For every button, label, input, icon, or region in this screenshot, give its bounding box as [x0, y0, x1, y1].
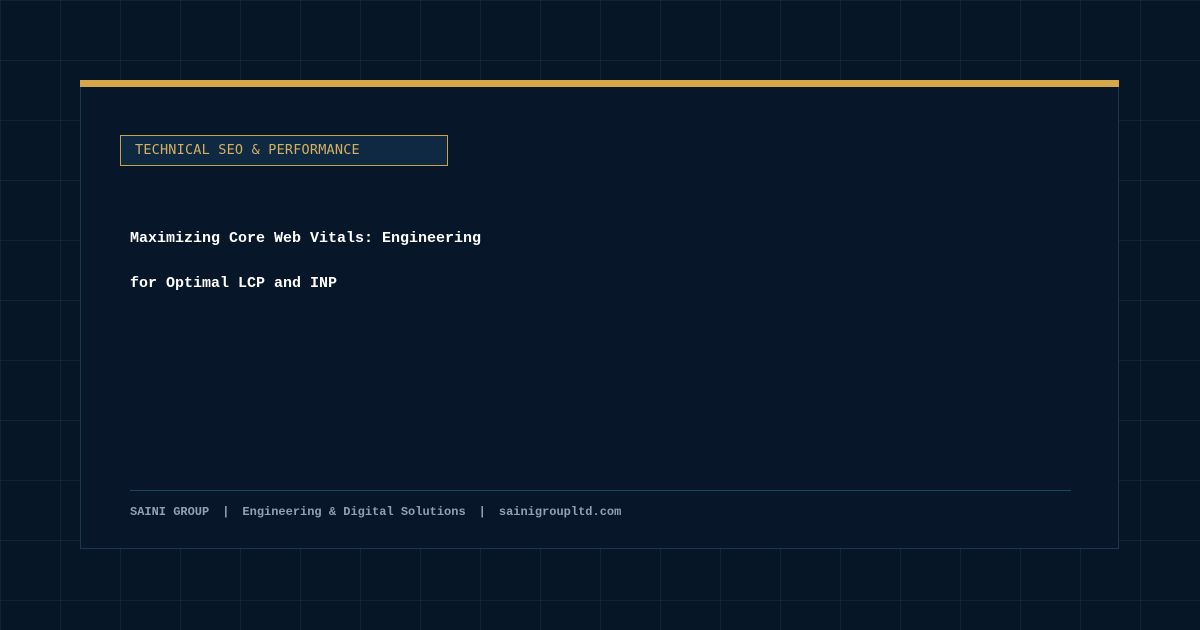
accent-bar [80, 80, 1119, 87]
footer-separator-2: | [478, 505, 486, 519]
footer-tagline: Engineering & Digital Solutions [242, 505, 466, 519]
footer-separator-1: | [222, 505, 230, 519]
article-title: Maximizing Core Web Vitals: Engineering … [130, 216, 830, 306]
content-card: TECHNICAL SEO & PERFORMANCE Maximizing C… [80, 80, 1119, 549]
category-tag: TECHNICAL SEO & PERFORMANCE [120, 135, 448, 166]
title-line-1: Maximizing Core Web Vitals: Engineering [130, 230, 482, 247]
title-line-2: for Optimal LCP and INP [130, 275, 338, 292]
footer-divider [130, 490, 1071, 491]
footer-website: sainigroupltd.com [498, 505, 622, 519]
footer-company: SAINI GROUP [130, 505, 210, 519]
footer: SAINI GROUP | Engineering & Digital Soluti… [130, 504, 621, 520]
